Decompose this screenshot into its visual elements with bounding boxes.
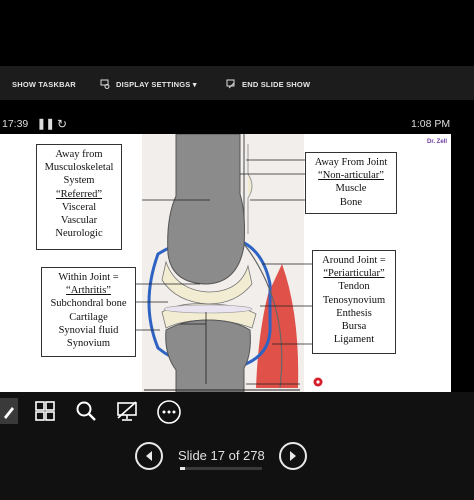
laser-pointer-center <box>316 380 320 384</box>
arrow-left-icon <box>146 451 152 461</box>
box-line: Cartilage <box>69 311 108 323</box>
elapsed-time: 17:39 <box>2 118 29 130</box>
display-settings-button[interactable]: DISPLAY SETTINGS ▾ <box>100 76 197 92</box>
slide-progress-track <box>180 467 262 470</box>
box-line: Synovium <box>66 338 111 350</box>
show-taskbar-button[interactable]: SHOW TASKBAR <box>0 76 76 92</box>
restart-timer-button[interactable]: ↻ <box>57 116 67 132</box>
show-taskbar-label: SHOW TASKBAR <box>12 79 76 89</box>
box-line: Around Joint = <box>322 255 386 266</box>
box-line: “Periarticular” <box>323 268 385 280</box>
current-slide: Away from Musculoskeletal System “Referr… <box>0 134 451 392</box>
box-line: Tendon <box>338 281 370 293</box>
screen-slash-icon <box>117 401 137 421</box>
elapsed-timer: 17:39 <box>2 116 28 132</box>
box-line: Neurologic <box>55 228 103 240</box>
box-line: System <box>63 175 95 187</box>
ellipsis-icon <box>157 400 181 424</box>
slide-counter: Slide 17 of 278 <box>178 448 265 463</box>
presenter-controls <box>0 392 474 500</box>
black-screen-button[interactable] <box>113 398 141 424</box>
synovial-fluid <box>163 304 253 314</box>
lower-bone <box>165 319 251 392</box>
box-line: Subchondral bone <box>50 298 127 310</box>
box-line: Muscle <box>335 183 367 195</box>
upper-bone <box>167 134 245 285</box>
clock: 1:08 PM <box>411 116 450 132</box>
display-settings-icon <box>100 79 110 89</box>
box-line: Tenosynovium <box>322 294 386 306</box>
arrow-right-icon <box>290 451 296 461</box>
box-line: Synovial fluid <box>58 324 119 336</box>
pen-icon <box>4 407 14 419</box>
box-line: “Referred” <box>55 188 103 200</box>
box-line: Away from <box>55 149 103 160</box>
box-line: Vascular <box>60 215 98 227</box>
box-around-joint: Around Joint = “Periarticular” Tendon Te… <box>312 250 396 354</box>
slide-corner-label: Dr. Zell <box>427 139 448 145</box>
box-line: Musculoskeletal <box>44 162 114 174</box>
box-line: “Arthritis” <box>66 285 111 297</box>
end-slide-show-button[interactable]: END SLIDE SHOW <box>226 76 310 92</box>
box-away-from-joint: Away From Joint “Non-articular” Muscle B… <box>305 152 397 214</box>
previous-slide-button[interactable] <box>135 442 163 470</box>
magnifier-icon <box>76 401 96 421</box>
pause-icon: ❚❚ <box>37 118 55 130</box>
display-settings-label: DISPLAY SETTINGS ▾ <box>116 79 197 89</box>
box-line: Bursa <box>341 321 367 333</box>
box-line: Within Joint = <box>58 272 119 283</box>
box-line: Bone <box>339 196 363 208</box>
end-slide-show-label: END SLIDE SHOW <box>242 79 311 89</box>
grid-icon <box>35 401 55 421</box>
pause-timer-button[interactable]: ❚❚ <box>37 116 55 132</box>
pen-tool-button[interactable] <box>0 398 18 424</box>
restart-icon: ↻ <box>57 117 68 131</box>
box-line: Ligament <box>333 334 375 346</box>
next-slide-button[interactable] <box>279 442 307 470</box>
box-line: Enthesis <box>336 307 372 319</box>
end-show-icon <box>226 79 236 89</box>
zoom-button[interactable] <box>73 398 99 424</box>
see-all-slides-button[interactable] <box>32 398 58 424</box>
more-options-button[interactable] <box>155 398 183 426</box>
box-line: Away From Joint <box>314 157 388 168</box>
slide-progress-fill <box>180 467 185 470</box>
box-away-from-msk: Away from Musculoskeletal System “Referr… <box>36 144 122 250</box>
box-line: “Non-articular” <box>318 170 384 182</box>
box-line: Visceral <box>61 201 97 213</box>
clock-time: 1:08 PM <box>411 118 451 130</box>
box-within-joint: Within Joint = “Arthritis” Subchondral b… <box>41 267 136 357</box>
